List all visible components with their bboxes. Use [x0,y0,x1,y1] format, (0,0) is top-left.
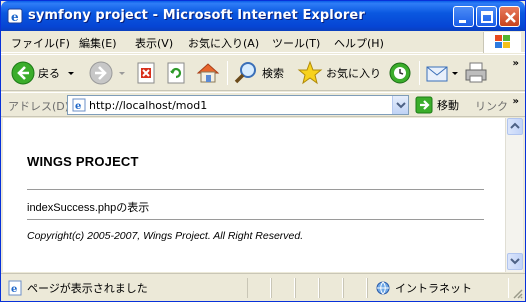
star-icon [297,60,323,85]
divider-bottom [27,219,484,220]
svg-text:e: e [11,10,19,24]
address-dropdown-button[interactable] [392,96,408,114]
close-icon [505,12,516,23]
menu-file[interactable]: ファイル(F) [11,35,70,51]
arrow-down-icon [510,258,520,265]
windows-logo [483,32,521,53]
favorites-label: お気に入り [326,67,381,80]
back-label: 戻る [38,67,60,80]
resize-grip-icon[interactable] [511,287,523,299]
history-button[interactable] [387,57,413,89]
forward-dropdown-icon[interactable] [117,68,127,78]
close-button[interactable] [499,6,520,27]
mail-button[interactable] [425,57,459,89]
vertical-scrollbar[interactable] [505,118,523,272]
status-pane [271,278,295,298]
back-dropdown-icon[interactable] [66,68,76,78]
print-button[interactable] [463,57,489,89]
ie-app-icon: e [7,8,23,24]
window-title: symfony project - Microsoft Internet Exp… [28,8,365,23]
status-bar: e ページが表示されました イントラネット [1,273,525,301]
menu-favorites[interactable]: お気に入り(A) [188,35,259,51]
page-done-icon: e [8,280,22,296]
page-footer: Copyright(c) 2005-2007, Wings Project. A… [27,230,304,242]
page-body-text: indexSuccess.phpの表示 [27,202,150,214]
address-bar: アドレス(D) e http://localhost/mod1 移動 リンク » [1,92,525,117]
refresh-icon [167,62,185,84]
address-label: アドレス(D) [8,100,70,113]
toolbar-chevron-icon[interactable]: » [513,58,519,69]
status-pane [343,278,367,298]
printer-icon [465,62,487,83]
stop-button[interactable] [135,57,157,89]
back-button[interactable]: 戻る [11,57,76,89]
toolbar-separator [419,61,420,85]
history-icon [389,62,411,84]
back-arrow-icon [11,61,35,85]
links-label[interactable]: リンク [475,98,508,114]
title-bar[interactable]: e symfony project - Microsoft Internet E… [1,1,525,31]
intranet-icon [376,281,390,295]
security-zone[interactable]: イントラネット [375,280,472,296]
home-icon [196,63,220,83]
divider-top [27,189,484,190]
page-content: WINGS PROJECT indexSuccess.phpの表示 Copyri… [3,118,505,272]
maximize-icon [481,11,493,23]
stop-icon [137,62,155,84]
svg-text:e: e [75,101,81,112]
menu-help[interactable]: ヘルプ(H) [334,35,384,51]
address-url: http://localhost/mod1 [89,99,208,112]
page-heading: WINGS PROJECT [27,154,139,169]
browser-window: e symfony project - Microsoft Internet E… [0,0,526,302]
menu-bar: ファイル(F) 編集(E) 表示(V) お気に入り(A) ツール(T) ヘルプ(… [1,31,525,53]
home-button[interactable] [195,57,221,89]
minimize-icon [459,20,466,23]
status-pane [295,278,319,298]
status-main: e ページが表示されました [7,280,148,296]
menu-tools[interactable]: ツール(T) [272,35,320,51]
search-button[interactable]: 検索 [233,57,284,89]
mail-icon [426,66,448,82]
go-label: 移動 [437,99,459,112]
maximize-button[interactable] [476,6,497,27]
favorites-button[interactable]: お気に入り [297,57,381,89]
zone-text: イントラネット [395,282,472,295]
forward-button[interactable] [89,57,127,89]
go-button[interactable]: 移動 [415,96,459,114]
go-arrow-icon [415,96,433,114]
chevron-down-icon [396,102,406,109]
menu-edit[interactable]: 編集(E) [79,35,117,51]
address-input[interactable]: e http://localhost/mod1 [67,95,409,115]
links-chevron-icon[interactable]: » [513,96,519,107]
page-icon: e [72,98,86,112]
standard-toolbar: 戻る 検索 お気に入り » [1,54,525,91]
minimize-button[interactable] [453,6,474,27]
menu-view[interactable]: 表示(V) [135,35,173,51]
forward-arrow-icon [89,61,113,85]
search-icon [234,62,256,84]
status-pane [247,278,271,298]
arrow-up-icon [510,122,520,129]
search-label: 検索 [262,67,284,80]
scroll-up-button[interactable] [507,118,523,135]
refresh-button[interactable] [165,57,187,89]
windows-flag-icon [495,35,510,48]
scroll-down-button[interactable] [507,253,523,270]
svg-text:e: e [11,284,17,295]
status-text: ページが表示されました [27,282,148,295]
mail-dropdown-icon[interactable] [451,68,459,78]
toolbar-separator [227,61,228,85]
status-pane [319,278,343,298]
